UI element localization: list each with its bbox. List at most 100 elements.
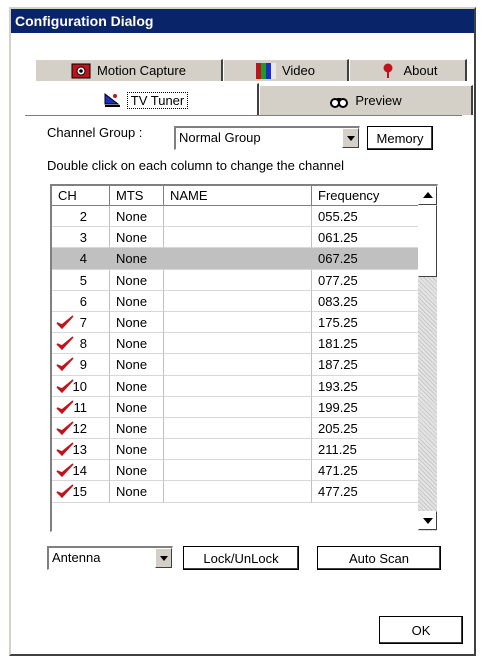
- auto-scan-button[interactable]: Auto Scan: [317, 546, 441, 570]
- mts-cell[interactable]: None: [110, 248, 164, 270]
- column-header-ch[interactable]: CH: [52, 186, 110, 206]
- mts-cell-text: None: [116, 336, 148, 352]
- name-cell[interactable]: [164, 333, 312, 355]
- ch-cell[interactable]: 12: [52, 417, 110, 440]
- mts-cell[interactable]: None: [110, 439, 164, 461]
- name-cell[interactable]: [164, 269, 312, 291]
- name-cell[interactable]: [164, 439, 312, 461]
- name-cell[interactable]: [164, 354, 312, 376]
- tab-preview[interactable]: Preview: [259, 85, 473, 115]
- table-row[interactable]: 14 None 471.25: [52, 460, 418, 482]
- table-row[interactable]: 2 None 055.25: [52, 206, 418, 228]
- mts-cell[interactable]: None: [110, 460, 164, 482]
- name-cell[interactable]: [164, 481, 312, 503]
- table-row[interactable]: 13 None 211.25: [52, 439, 418, 461]
- frequency-cell[interactable]: 181.25: [312, 333, 418, 355]
- channel-group-select[interactable]: Normal Group: [174, 126, 360, 150]
- mts-cell[interactable]: None: [110, 227, 164, 249]
- ch-cell[interactable]: 5: [52, 269, 110, 291]
- frequency-cell[interactable]: 471.25: [312, 460, 418, 482]
- name-cell[interactable]: [164, 290, 312, 312]
- frequency-cell[interactable]: 211.25: [312, 439, 418, 461]
- tab-about[interactable]: About: [349, 59, 467, 81]
- tab-tv-tuner[interactable]: TV Tuner: [31, 83, 259, 116]
- frequency-cell[interactable]: 083.25: [312, 291, 418, 312]
- mts-cell[interactable]: None: [110, 290, 164, 312]
- table-row[interactable]: 9 None 187.25: [52, 354, 418, 376]
- input-source-value: Antenna: [52, 550, 101, 565]
- frequency-cell[interactable]: 199.25: [312, 397, 418, 418]
- scroll-up-arrow-icon[interactable]: [418, 186, 437, 205]
- table-row[interactable]: 10 None 193.25: [52, 375, 418, 397]
- name-cell[interactable]: [164, 206, 312, 228]
- mts-cell[interactable]: None: [110, 417, 164, 440]
- frequency-cell[interactable]: 077.25: [312, 270, 418, 291]
- table-row[interactable]: 8 None 181.25: [52, 333, 418, 355]
- frequency-cell[interactable]: 477.25: [312, 481, 418, 503]
- scrollbar-thumb[interactable]: [418, 205, 437, 277]
- ch-cell[interactable]: 15: [52, 481, 110, 503]
- mts-cell[interactable]: None: [110, 311, 164, 334]
- frequency-cell[interactable]: 055.25: [312, 206, 418, 228]
- name-cell[interactable]: [164, 227, 312, 249]
- scroll-down-arrow-icon[interactable]: [418, 511, 437, 530]
- mts-cell[interactable]: None: [110, 206, 164, 228]
- tab-motion-capture[interactable]: Motion Capture: [35, 59, 223, 81]
- table-row[interactable]: 7 None 175.25: [52, 311, 418, 334]
- ch-cell[interactable]: 7: [52, 311, 110, 334]
- lock-unlock-button[interactable]: Lock/UnLock: [183, 546, 299, 570]
- tab-video[interactable]: Video: [223, 59, 349, 81]
- table-row[interactable]: 15 None 477.25: [52, 481, 418, 503]
- table-row[interactable]: 5 None 077.25: [52, 269, 418, 291]
- table-row[interactable]: 6 None 083.25: [52, 290, 418, 312]
- frequency-cell[interactable]: 205.25: [312, 418, 418, 440]
- ch-cell[interactable]: 4: [52, 248, 110, 270]
- title-bar[interactable]: Configuration Dialog: [11, 9, 474, 33]
- mts-cell[interactable]: None: [110, 333, 164, 355]
- ch-cell[interactable]: 6: [52, 290, 110, 312]
- frequency-cell-text: 175.25: [318, 314, 358, 330]
- channel-table[interactable]: CH MTS NAME Frequency 2 None 055.25 3 None 06…: [50, 184, 438, 532]
- column-header-frequency[interactable]: Frequency: [312, 186, 418, 206]
- ch-cell[interactable]: 11: [52, 396, 110, 418]
- name-cell[interactable]: [164, 396, 312, 418]
- frequency-cell[interactable]: 175.25: [312, 312, 418, 334]
- chevron-down-icon[interactable]: [342, 128, 359, 148]
- frequency-cell[interactable]: 061.25: [312, 227, 418, 249]
- table-row[interactable]: 12 None 205.25: [52, 417, 418, 440]
- table-row[interactable]: 4 None 067.25: [52, 248, 418, 270]
- checkmark-icon: [56, 378, 74, 393]
- ch-cell[interactable]: 10: [52, 375, 110, 397]
- name-cell[interactable]: [164, 417, 312, 440]
- table-row[interactable]: 3 None 061.25: [52, 227, 418, 249]
- name-cell[interactable]: [164, 460, 312, 482]
- vertical-scrollbar[interactable]: [418, 186, 437, 531]
- ch-cell[interactable]: 13: [52, 439, 110, 461]
- ch-cell[interactable]: 2: [52, 206, 110, 228]
- memory-button[interactable]: Memory: [367, 126, 433, 150]
- ch-cell[interactable]: 14: [52, 460, 110, 482]
- ch-cell-text: 6: [79, 293, 87, 309]
- input-source-select[interactable]: Antenna: [47, 546, 173, 570]
- frequency-cell-text: 211.25: [318, 442, 357, 458]
- mts-cell[interactable]: None: [110, 396, 164, 418]
- mts-cell[interactable]: None: [110, 354, 164, 376]
- ch-cell[interactable]: 3: [52, 227, 110, 249]
- column-header-name[interactable]: NAME: [164, 186, 312, 206]
- mts-cell[interactable]: None: [110, 375, 164, 397]
- configuration-dialog: Configuration Dialog Motion Capture Vide…: [9, 7, 476, 656]
- ch-cell[interactable]: 8: [52, 333, 110, 355]
- ok-button[interactable]: OK: [379, 616, 463, 644]
- frequency-cell[interactable]: 193.25: [312, 376, 418, 397]
- chevron-down-icon[interactable]: [155, 548, 172, 568]
- name-cell[interactable]: [164, 248, 312, 270]
- mts-cell[interactable]: None: [110, 269, 164, 291]
- ch-cell[interactable]: 9: [52, 354, 110, 376]
- frequency-cell[interactable]: 187.25: [312, 354, 418, 376]
- table-row[interactable]: 11 None 199.25: [52, 396, 418, 418]
- column-header-mts[interactable]: MTS: [110, 186, 164, 206]
- name-cell[interactable]: [164, 375, 312, 397]
- mts-cell[interactable]: None: [110, 481, 164, 503]
- frequency-cell[interactable]: 067.25: [312, 248, 418, 270]
- name-cell[interactable]: [164, 311, 312, 334]
